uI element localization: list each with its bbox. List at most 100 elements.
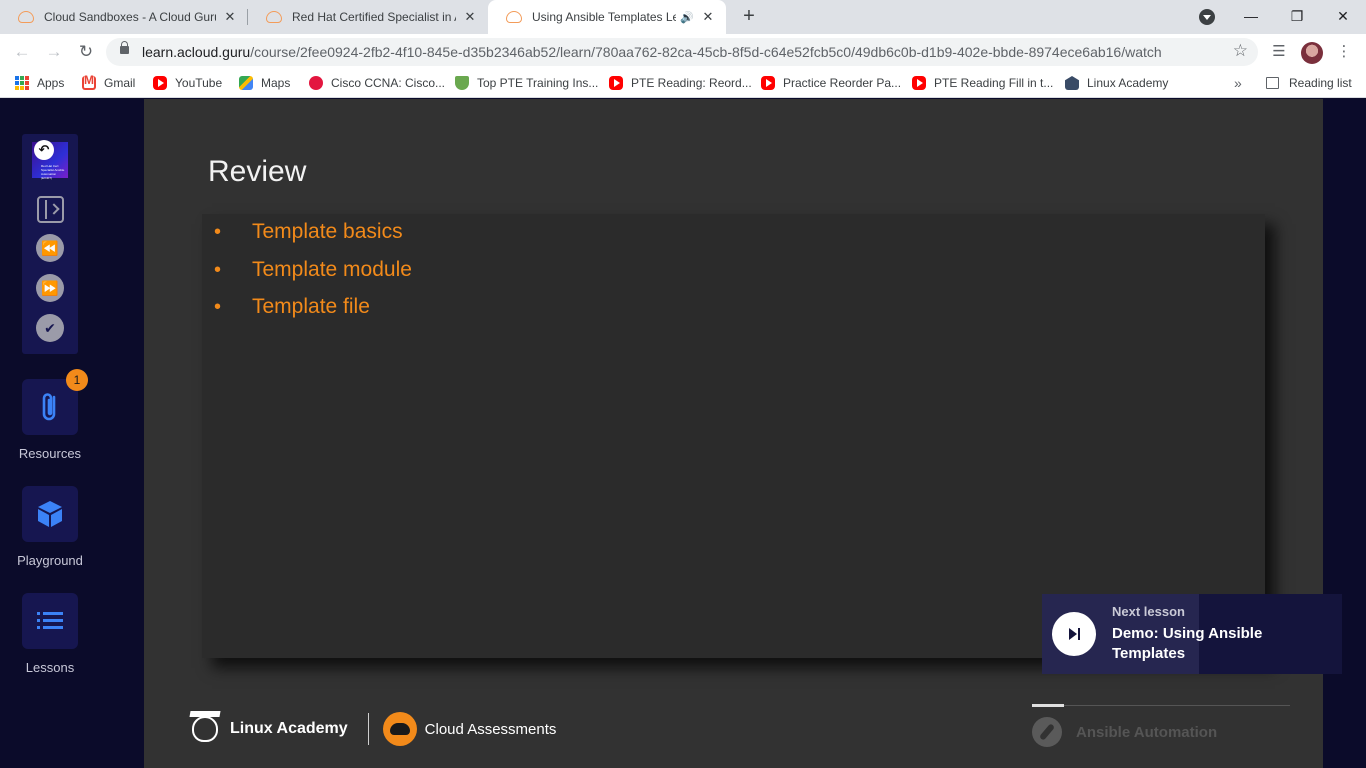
bookmark-label: Maps bbox=[261, 76, 291, 90]
browser-toolbar: ← → ↻ learn.acloud.guru/course/2fee0924-… bbox=[0, 34, 1366, 70]
forward-arrow-icon[interactable]: → bbox=[42, 40, 66, 64]
course-thumbnail-text: Red Hat Cert Specialist Ansible Automati… bbox=[41, 164, 65, 180]
restore-button[interactable]: ❐ bbox=[1274, 0, 1320, 34]
footer-divider bbox=[367, 713, 369, 745]
skip-next-icon[interactable] bbox=[1052, 612, 1096, 656]
bookmark-linux-academy[interactable]: Linux Academy bbox=[1065, 76, 1168, 90]
reading-list-button[interactable]: Reading list bbox=[1266, 76, 1352, 90]
tab-title: Cloud Sandboxes - A Cloud Guru bbox=[44, 10, 216, 24]
reading-list-label: Reading list bbox=[1289, 76, 1352, 90]
fast-forward-icon[interactable]: ⏩ bbox=[36, 274, 64, 302]
tab-title: Using Ansible Templates Lec bbox=[532, 10, 677, 24]
bookmarks-overflow-chevron-icon[interactable]: » bbox=[1234, 75, 1242, 91]
brand-text: Ansible Automation bbox=[1076, 723, 1218, 741]
lessons-label: Lessons bbox=[25, 660, 75, 675]
next-lesson-card[interactable]: Next lesson Demo: Using Ansible Template… bbox=[1042, 594, 1342, 674]
tab-cloud-sandboxes[interactable]: Cloud Sandboxes - A Cloud Guru ✕ bbox=[0, 0, 248, 34]
bullet-item: Template file bbox=[214, 293, 412, 331]
linux-academy-owl-icon bbox=[192, 716, 218, 742]
slide-title: Review bbox=[208, 155, 307, 188]
cloud-assessments-logo-text: Cloud Assessments bbox=[424, 720, 557, 738]
media-control-icon[interactable]: ☰ bbox=[1269, 42, 1289, 62]
profile-avatar[interactable] bbox=[1301, 42, 1323, 64]
list-icon bbox=[37, 612, 63, 629]
linux-academy-icon bbox=[1065, 76, 1079, 90]
bookmark-pte-fill-in[interactable]: PTE Reading Fill in t... bbox=[912, 76, 1053, 90]
next-lesson-label: Next lesson bbox=[1112, 604, 1185, 619]
youtube-icon bbox=[912, 76, 926, 90]
tab-title: Red Hat Certified Specialist in An bbox=[292, 10, 456, 24]
youtube-icon bbox=[153, 76, 167, 90]
url-host: learn.acloud.guru bbox=[142, 44, 251, 60]
player-controls-panel: Red Hat Cert Specialist Ansible Automati… bbox=[22, 134, 78, 354]
bookmark-label: Practice Reorder Pa... bbox=[783, 76, 902, 90]
playground-button[interactable] bbox=[22, 486, 78, 542]
bookmark-pte-training[interactable]: Top PTE Training Ins... bbox=[455, 76, 598, 90]
apps-grid-icon bbox=[15, 76, 29, 90]
next-lesson-title: Demo: Using Ansible Templates bbox=[1112, 625, 1263, 662]
cube-boxes-icon bbox=[38, 501, 62, 527]
bookmark-label: Linux Academy bbox=[1087, 76, 1169, 90]
bullet-item: Template basics bbox=[214, 218, 412, 256]
ansible-automation-brand: Ansible Automation bbox=[1032, 717, 1217, 747]
new-tab-button[interactable]: + bbox=[738, 5, 760, 27]
bookmark-label: Apps bbox=[37, 76, 65, 90]
lock-icon[interactable] bbox=[120, 41, 129, 54]
bookmark-label: YouTube bbox=[175, 76, 223, 90]
panel-toggle-icon[interactable] bbox=[37, 196, 64, 223]
speaker-icon[interactable]: 🔊 bbox=[680, 11, 694, 24]
pte-icon bbox=[455, 76, 469, 90]
bookmark-youtube[interactable]: YouTube bbox=[153, 76, 222, 90]
slide-content-box: Template basics Template module Template… bbox=[202, 214, 1265, 658]
url-path: /course/2fee0924-2fb2-4f10-845e-d35b2346… bbox=[250, 44, 1162, 60]
bookmark-pte-reading-reorder[interactable]: PTE Reading: Reord... bbox=[609, 76, 752, 90]
rewind-icon[interactable]: ⏪ bbox=[36, 234, 64, 262]
youtube-icon bbox=[609, 76, 623, 90]
bookmark-gmail[interactable]: Gmail bbox=[82, 73, 136, 90]
course-player: Red Hat Cert Specialist Ansible Automati… bbox=[0, 99, 1366, 768]
maps-icon bbox=[239, 76, 253, 90]
reading-list-icon bbox=[1266, 77, 1279, 89]
window-close-button[interactable]: ✕ bbox=[1320, 0, 1366, 34]
address-bar[interactable]: learn.acloud.guru/course/2fee0924-2fb2-4… bbox=[106, 38, 1258, 66]
bookmark-label: PTE Reading Fill in t... bbox=[934, 76, 1054, 90]
youtube-icon bbox=[761, 76, 775, 90]
bullet-list: Template basics Template module Template… bbox=[214, 218, 412, 331]
close-icon[interactable]: ✕ bbox=[700, 9, 716, 25]
tab-search-icon[interactable] bbox=[1199, 9, 1215, 25]
menu-kebab-icon[interactable]: ⋮ bbox=[1334, 42, 1354, 62]
bookmark-apps[interactable]: Apps bbox=[15, 76, 64, 90]
acloudguru-favicon-icon bbox=[506, 11, 522, 23]
bookmark-label: Cisco CCNA: Cisco... bbox=[331, 76, 446, 90]
back-arrow-icon[interactable]: ↶ bbox=[34, 140, 54, 160]
bookmark-label: PTE Reading: Reord... bbox=[631, 76, 752, 90]
playground-label: Playground bbox=[17, 553, 83, 568]
url-text[interactable]: learn.acloud.guru/course/2fee0924-2fb2-4… bbox=[142, 44, 1162, 60]
reload-icon[interactable]: ↻ bbox=[74, 40, 98, 64]
course-thumbnail[interactable]: Red Hat Cert Specialist Ansible Automati… bbox=[32, 140, 68, 180]
acloudguru-favicon-icon bbox=[18, 11, 34, 23]
close-icon[interactable]: ✕ bbox=[222, 9, 238, 25]
lessons-button[interactable] bbox=[22, 593, 78, 649]
linux-academy-logo-text: Linux Academy bbox=[230, 720, 348, 737]
tab-ansible-templates[interactable]: Using Ansible Templates Lec 🔊 ✕ bbox=[488, 0, 726, 34]
complete-check-icon[interactable]: ✔ bbox=[36, 314, 64, 342]
bookmarks-bar: Apps Gmail YouTube Maps Cisco CCNA: Cisc… bbox=[0, 70, 1366, 98]
minimize-button[interactable]: — bbox=[1228, 0, 1274, 34]
back-arrow-icon[interactable]: ← bbox=[10, 40, 34, 64]
bookmark-star-icon[interactable]: ☆ bbox=[1233, 41, 1248, 61]
compass-icon bbox=[1032, 717, 1062, 747]
tab-red-hat-specialist[interactable]: Red Hat Certified Specialist in An ✕ bbox=[248, 0, 488, 34]
bookmark-label: Gmail bbox=[104, 76, 136, 90]
bookmark-practice-reorder[interactable]: Practice Reorder Pa... bbox=[761, 76, 901, 90]
bookmark-maps[interactable]: Maps bbox=[239, 76, 290, 90]
bookmark-cisco-ccna[interactable]: Cisco CCNA: Cisco... bbox=[309, 76, 445, 90]
bullet-item: Template module bbox=[214, 256, 412, 294]
slide-progress-line bbox=[1032, 704, 1290, 707]
bookmark-label: Top PTE Training Ins... bbox=[477, 76, 599, 90]
left-sidebar: Red Hat Cert Specialist Ansible Automati… bbox=[0, 99, 100, 768]
resources-count-badge: 1 bbox=[66, 369, 88, 391]
close-icon[interactable]: ✕ bbox=[462, 9, 478, 25]
cisco-icon bbox=[309, 76, 323, 90]
gmail-icon bbox=[82, 73, 96, 90]
